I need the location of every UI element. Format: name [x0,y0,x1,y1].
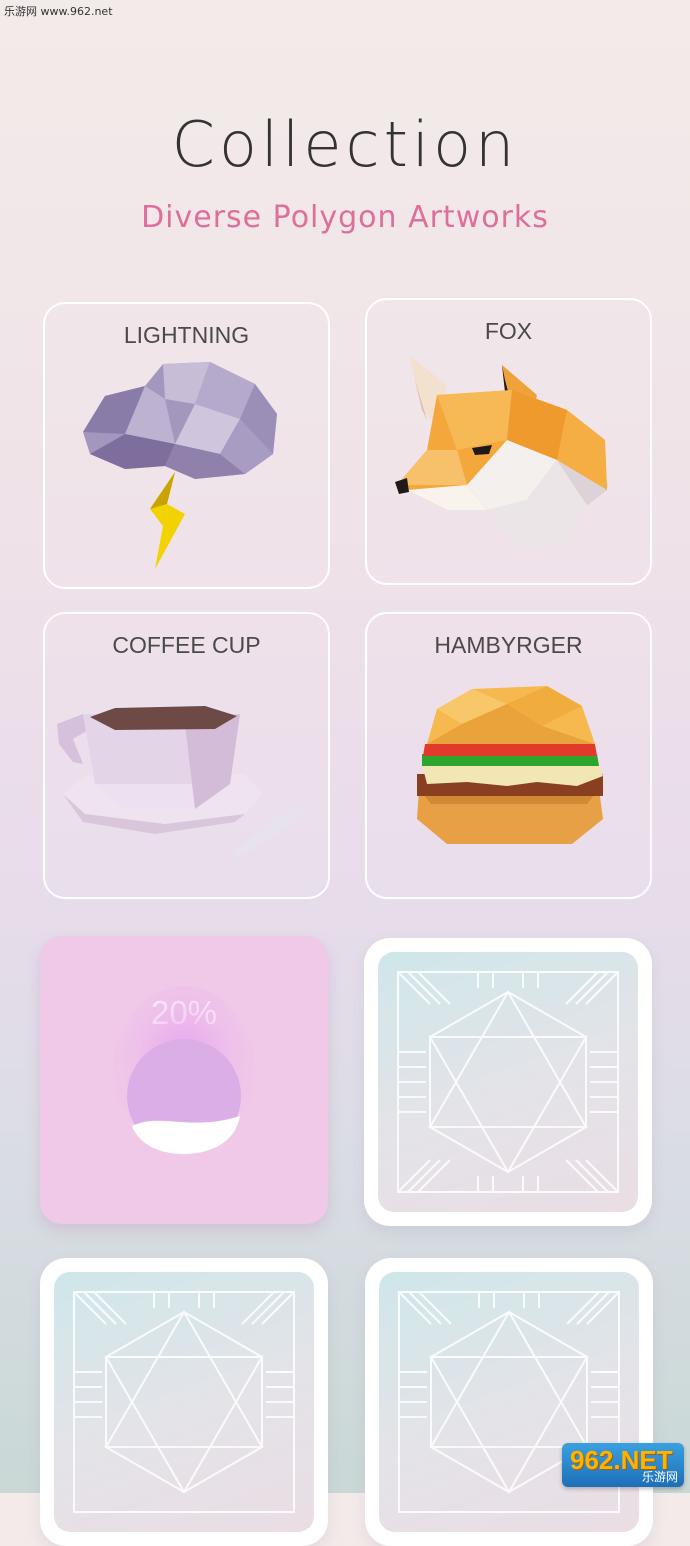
artwork-card-lightning[interactable]: LIGHTNING [43,302,330,589]
watermark-logo: 962.NET 乐游网 [562,1443,684,1487]
coffee-cup-icon [57,704,305,857]
artwork-card-hamburger[interactable]: HAMBYRGER [365,612,652,899]
page-title: Collection [171,108,519,181]
locked-artwork-card[interactable] [365,1258,653,1546]
locked-polygon-icon [73,1291,295,1513]
progress-orb-icon [112,986,256,1166]
locked-polygon-icon [398,1291,620,1513]
artwork-card-fox[interactable]: FOX [365,298,652,585]
hamburger-icon [417,686,603,844]
page-subtitle: Diverse Polygon Artworks [141,200,549,235]
watermark-logo-sub: 乐游网 [641,1470,678,1484]
locked-artwork-card[interactable] [364,938,652,1226]
fox-icon [395,355,607,548]
artwork-card-coffee-cup[interactable]: COFFEE CUP [43,612,330,899]
lightning-cloud-icon [83,362,277,569]
locked-polygon-icon [397,971,619,1193]
in-progress-card[interactable]: 20% [40,936,328,1224]
watermark-text: 乐游网 www.962.net [4,5,113,18]
locked-artwork-card[interactable] [40,1258,328,1546]
